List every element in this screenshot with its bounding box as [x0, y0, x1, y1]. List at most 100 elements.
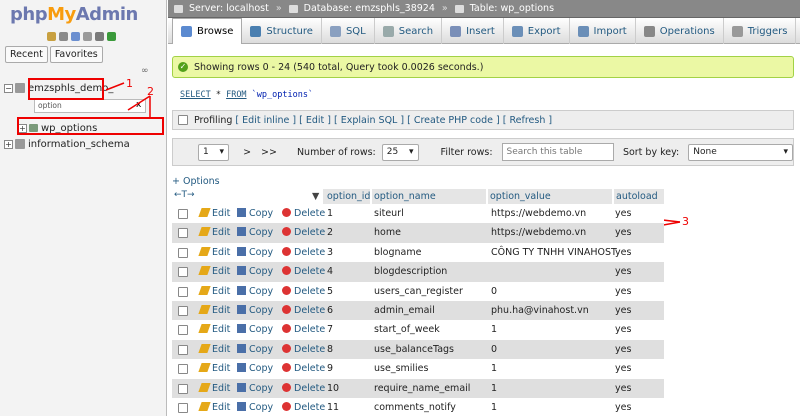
column-header-autoload[interactable]: autoload: [614, 189, 664, 204]
column-header-sort-arrow[interactable]: ▼: [312, 189, 322, 204]
edit-query-link[interactable]: [ Edit ]: [299, 115, 331, 126]
last-page-button[interactable]: >>: [261, 147, 277, 158]
collapse-icon[interactable]: −: [4, 83, 13, 93]
row-checkbox[interactable]: [178, 344, 188, 355]
link-icon[interactable]: ∞: [141, 66, 149, 76]
cell-option-id[interactable]: 9: [327, 363, 333, 374]
next-page-button[interactable]: >: [243, 147, 251, 158]
cell-option-id[interactable]: 2: [327, 227, 333, 238]
row-checkbox[interactable]: [178, 364, 188, 375]
explain-sql-link[interactable]: [ Explain SQL ]: [334, 115, 404, 126]
tab-insert[interactable]: Insert: [442, 18, 504, 44]
row-edit-button[interactable]: Edit: [198, 363, 230, 374]
cell-autoload[interactable]: yes: [615, 266, 631, 277]
row-copy-button[interactable]: Copy: [237, 227, 273, 238]
cell-option-name[interactable]: blogdescription: [374, 266, 447, 277]
profiling-checkbox[interactable]: [178, 115, 188, 125]
cell-option-id[interactable]: 6: [327, 305, 333, 316]
expand-icon[interactable]: +: [4, 139, 13, 149]
tree-item-information-schema[interactable]: + information_schema: [4, 136, 130, 152]
row-delete-button[interactable]: Delete: [282, 324, 325, 335]
tab-operations[interactable]: Operations: [636, 18, 724, 44]
row-copy-button[interactable]: Copy: [237, 363, 273, 374]
cell-autoload[interactable]: yes: [615, 363, 631, 374]
cell-option-name[interactable]: use_smilies: [374, 363, 428, 374]
breadcrumb-table[interactable]: Table: wp_options: [470, 3, 554, 14]
row-edit-button[interactable]: Edit: [198, 246, 230, 258]
sql-keyword-select[interactable]: SELECT: [180, 90, 211, 100]
cell-option-id[interactable]: 4: [327, 266, 333, 277]
row-delete-button[interactable]: Delete: [282, 208, 325, 219]
row-copy-button[interactable]: Copy: [237, 343, 273, 355]
cell-option-id[interactable]: 1: [327, 208, 333, 219]
column-header-option-id[interactable]: option_id: [323, 189, 370, 204]
cell-option-value[interactable]: https://webdemo.vn: [491, 227, 586, 238]
cell-option-id[interactable]: 8: [327, 344, 333, 355]
row-copy-button[interactable]: Copy: [237, 382, 273, 394]
cell-option-value[interactable]: 1: [491, 383, 497, 394]
row-checkbox[interactable]: [178, 325, 188, 336]
row-delete-button[interactable]: Delete: [282, 382, 325, 394]
favorites-tab[interactable]: Favorites: [49, 46, 103, 63]
cell-autoload[interactable]: yes: [615, 324, 631, 335]
sql-keyword-from[interactable]: FROM: [226, 90, 246, 100]
options-toggle-link[interactable]: + Options: [172, 176, 220, 187]
help-icon[interactable]: [71, 32, 80, 41]
tab-import[interactable]: Import: [570, 18, 636, 44]
docs-icon[interactable]: [83, 32, 92, 41]
row-delete-button[interactable]: Delete: [282, 305, 325, 316]
cell-option-id[interactable]: 10: [327, 383, 339, 394]
cell-autoload[interactable]: yes: [615, 286, 631, 297]
cell-option-id[interactable]: 3: [327, 247, 333, 258]
row-edit-button[interactable]: Edit: [198, 266, 230, 277]
cell-option-name[interactable]: admin_email: [374, 305, 435, 316]
create-php-code-link[interactable]: [ Create PHP code ]: [407, 115, 500, 126]
row-delete-button[interactable]: Delete: [282, 285, 325, 297]
row-delete-button[interactable]: Delete: [282, 343, 325, 355]
logout-icon[interactable]: [59, 32, 68, 41]
row-checkbox[interactable]: [178, 286, 188, 297]
cell-option-name[interactable]: require_name_email: [374, 383, 470, 394]
phpmyadmin-logo[interactable]: phpMyAdmin: [10, 4, 138, 25]
breadcrumb-database[interactable]: Database: emzsphls_38924: [304, 3, 435, 14]
row-delete-button[interactable]: Delete: [282, 402, 325, 413]
row-checkbox[interactable]: [178, 228, 188, 239]
row-delete-button[interactable]: Delete: [282, 246, 325, 258]
tab-browse[interactable]: Browse: [172, 18, 243, 44]
cell-option-name[interactable]: start_of_week: [374, 324, 440, 335]
tab-sql[interactable]: SQL: [322, 18, 375, 44]
home-icon[interactable]: [47, 32, 56, 41]
cell-option-id[interactable]: 5: [327, 286, 333, 297]
refresh-link[interactable]: [ Refresh ]: [503, 115, 552, 126]
column-header-option-name[interactable]: option_name: [372, 189, 486, 204]
tab-structure[interactable]: Structure: [242, 18, 322, 44]
cell-autoload[interactable]: yes: [615, 305, 631, 316]
row-copy-button[interactable]: Copy: [237, 266, 273, 277]
reload-icon[interactable]: [107, 32, 116, 41]
row-edit-button[interactable]: Edit: [198, 343, 230, 355]
cell-autoload[interactable]: yes: [615, 208, 631, 219]
tab-export[interactable]: Export: [504, 18, 570, 44]
cell-option-name[interactable]: use_balanceTags: [374, 344, 454, 355]
row-edit-button[interactable]: Edit: [198, 227, 230, 238]
cell-option-id[interactable]: 7: [327, 324, 333, 335]
rows-per-page-select[interactable]: 25 ▾: [381, 143, 419, 161]
cell-option-id[interactable]: 11: [327, 402, 339, 413]
row-delete-button[interactable]: Delete: [282, 266, 325, 277]
sort-by-key-select[interactable]: None ▾: [688, 143, 793, 161]
tab-triggers[interactable]: Triggers: [724, 18, 797, 44]
column-header-option-value[interactable]: option_value: [488, 189, 612, 204]
row-edit-button[interactable]: Edit: [198, 324, 230, 335]
breadcrumb-server[interactable]: Server: localhost: [189, 3, 269, 14]
row-delete-button[interactable]: Delete: [282, 227, 325, 238]
row-copy-button[interactable]: Copy: [237, 305, 273, 316]
row-copy-button[interactable]: Copy: [237, 208, 273, 219]
cell-option-value[interactable]: 1: [491, 363, 497, 374]
filter-rows-input[interactable]: Search this table: [501, 143, 614, 161]
cell-option-name[interactable]: siteurl: [374, 208, 404, 219]
cell-autoload[interactable]: yes: [615, 247, 631, 258]
row-edit-button[interactable]: Edit: [198, 285, 230, 297]
cell-option-value[interactable]: 1: [491, 324, 497, 335]
edit-inline-link[interactable]: [ Edit inline ]: [235, 115, 296, 126]
cell-option-value[interactable]: CÔNG TY TNHH VINAHOST: [491, 247, 617, 258]
